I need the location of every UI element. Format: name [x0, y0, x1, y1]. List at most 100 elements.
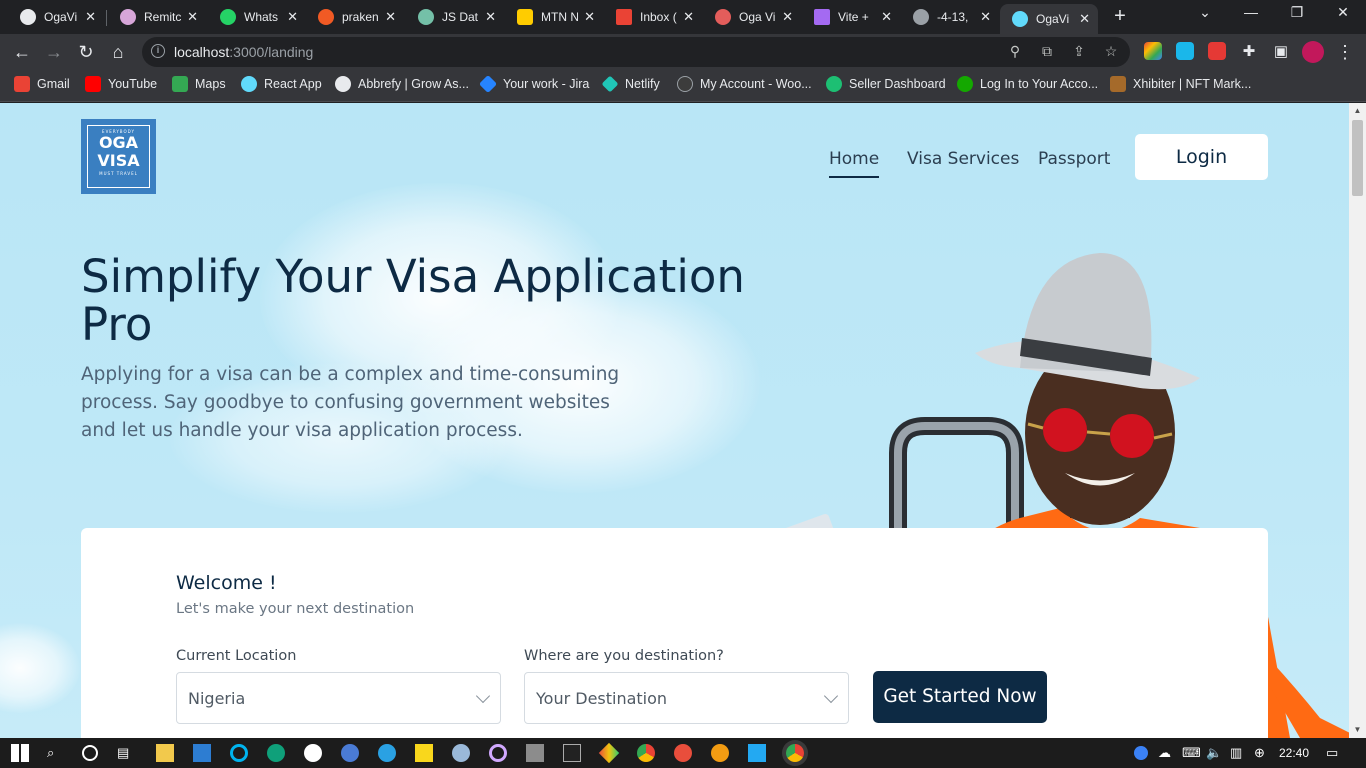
firefox-icon[interactable] — [711, 744, 729, 762]
scroll-down-arrow[interactable]: ▼ — [1349, 722, 1366, 738]
home-button[interactable]: ⌂ — [107, 41, 129, 63]
bookmark-maps[interactable]: Maps — [172, 76, 226, 92]
notifications-icon[interactable]: ▭ — [1326, 745, 1338, 761]
calculator-icon[interactable] — [526, 744, 544, 762]
obs-icon[interactable] — [489, 744, 507, 762]
bookmark-xhibiter[interactable]: Xhibiter | NFT Mark... — [1110, 76, 1251, 92]
search-icon[interactable]: ⌕ — [47, 745, 54, 761]
tab-ogavisa-github[interactable]: OgaVi ✕ — [8, 4, 104, 30]
bookmark-abbrefy[interactable]: Abbrefy | Grow As... — [335, 76, 469, 92]
taskbar-clock[interactable]: 22:40 — [1279, 746, 1309, 760]
cloud-offline-icon[interactable]: ☁ — [1158, 745, 1171, 761]
chrome-icon[interactable] — [637, 744, 655, 762]
tray-app-icon[interactable] — [1134, 746, 1148, 760]
forward-button[interactable]: → — [43, 41, 65, 63]
vscode-icon[interactable] — [748, 744, 766, 762]
login-button[interactable]: Login — [1135, 134, 1268, 180]
get-started-button[interactable]: Get Started Now — [873, 671, 1047, 723]
close-icon[interactable]: ✕ — [881, 9, 892, 25]
close-icon[interactable]: ✕ — [980, 9, 991, 25]
vimeo-icon[interactable] — [1176, 42, 1194, 60]
page-scrollbar[interactable]: ▲ ▼ — [1349, 103, 1366, 738]
scrollbar-thumb[interactable] — [1352, 120, 1363, 196]
back-button[interactable]: ← — [11, 41, 33, 63]
close-icon[interactable]: ✕ — [85, 9, 96, 25]
terminal-icon[interactable] — [563, 744, 581, 762]
location-pin-icon[interactable]: ⚲ — [1006, 43, 1024, 60]
nav-passport[interactable]: Passport — [1038, 149, 1110, 169]
file-explorer-icon[interactable] — [156, 744, 174, 762]
close-icon[interactable]: ✕ — [287, 9, 298, 25]
open-in-app-icon[interactable]: ⧉ — [1038, 43, 1056, 60]
tab-mtn[interactable]: MTN N ✕ — [505, 4, 603, 30]
extension-colorful-icon[interactable] — [1144, 42, 1162, 60]
close-icon[interactable]: ✕ — [385, 9, 396, 25]
keyboard-icon[interactable]: ⌨ — [1182, 745, 1201, 761]
postman-icon[interactable] — [674, 744, 692, 762]
tab-js-dates[interactable]: JS Dat ✕ — [406, 4, 504, 30]
tab-remitc[interactable]: Remitc ✕ — [108, 4, 206, 30]
hero-subtitle: Applying for a visa can be a complex and… — [81, 364, 620, 441]
bookmark-react-app[interactable]: React App — [241, 76, 322, 92]
task-view-icon[interactable]: ▤ — [117, 745, 129, 761]
windows-start-icon[interactable] — [11, 744, 29, 762]
close-icon[interactable]: ✕ — [584, 9, 595, 25]
tab-oga-visa[interactable]: Oga Vi ✕ — [703, 4, 801, 30]
network-icon[interactable]: ▥ — [1230, 745, 1242, 761]
git-app-icon[interactable] — [598, 742, 620, 764]
cortana-icon[interactable] — [82, 745, 98, 761]
extensions-puzzle-icon[interactable]: ✚ — [1238, 41, 1260, 63]
bookmark-star-icon[interactable]: ☆ — [1102, 43, 1120, 60]
bookmark-jira[interactable]: Your work - Jira — [478, 74, 589, 94]
tab-vite[interactable]: Vite + ✕ — [802, 4, 900, 30]
bookmark-netlify[interactable]: Netlify — [601, 75, 660, 93]
menu-kebab-icon[interactable]: ⋮ — [1334, 41, 1356, 63]
tab-search-icon[interactable]: ⌄ — [1190, 4, 1220, 21]
tab-untitled[interactable]: -4-13, ✕ — [901, 4, 999, 30]
new-tab-button[interactable]: + — [1108, 5, 1132, 28]
reload-button[interactable]: ↻ — [75, 41, 97, 63]
telegram-icon[interactable] — [378, 744, 396, 762]
app-icon[interactable] — [304, 744, 322, 762]
address-bar[interactable]: i localhost:3000/landing ⚲ ⧉ ⇪ ☆ — [142, 37, 1130, 67]
oga-visa-logo[interactable]: EVERYBODY OGA VISA MUST TRAVEL — [81, 119, 156, 194]
tab-gmail-inbox[interactable]: Inbox ( ✕ — [604, 4, 702, 30]
nav-home[interactable]: Home — [829, 149, 880, 178]
site-info-icon[interactable]: i — [151, 44, 165, 58]
app-blue-icon[interactable] — [341, 744, 359, 762]
destination-select[interactable]: Your Destination — [524, 672, 849, 724]
mail-icon[interactable] — [193, 744, 211, 762]
bookmark-fiverr-seller[interactable]: Seller Dashboard — [826, 76, 946, 92]
bookmark-youtube[interactable]: YouTube — [85, 76, 157, 92]
share-icon[interactable]: ⇪ — [1070, 43, 1088, 60]
chrome-active-icon[interactable] — [786, 744, 804, 762]
side-panel-icon[interactable]: ▣ — [1270, 41, 1292, 63]
close-window-button[interactable]: ✕ — [1328, 4, 1358, 21]
bookmark-woo-account[interactable]: My Account - Woo... — [677, 76, 812, 92]
scroll-up-arrow[interactable]: ▲ — [1349, 103, 1366, 119]
current-location-select[interactable]: Nigeria — [176, 672, 501, 724]
tab-ogavisa-active[interactable]: OgaVi ✕ — [1000, 4, 1098, 34]
extension-red-icon[interactable] — [1208, 42, 1226, 60]
close-icon[interactable]: ✕ — [187, 9, 198, 25]
app-gear-icon[interactable] — [452, 744, 470, 762]
minimize-button[interactable]: — — [1236, 4, 1266, 20]
close-icon[interactable]: ✕ — [683, 9, 694, 25]
destination-label: Where are you destination? — [524, 648, 724, 664]
sticky-notes-icon[interactable] — [415, 744, 433, 762]
maximize-button[interactable]: ❐ — [1282, 4, 1312, 21]
bookmark-gmail[interactable]: Gmail — [14, 76, 70, 92]
close-icon[interactable]: ✕ — [782, 9, 793, 25]
profile-avatar[interactable] — [1302, 41, 1324, 63]
close-icon[interactable]: ✕ — [1079, 11, 1090, 27]
close-icon[interactable]: ✕ — [485, 9, 496, 25]
volume-icon[interactable]: 🔈 — [1206, 745, 1222, 761]
tab-whatsapp[interactable]: Whats ✕ — [208, 4, 306, 30]
tab-praken[interactable]: praken ✕ — [306, 4, 404, 30]
cortana-circle-icon[interactable] — [230, 744, 248, 762]
edge-icon[interactable] — [267, 744, 285, 762]
language-globe-icon[interactable]: ⊕ — [1254, 745, 1265, 761]
url-text[interactable]: localhost:3000/landing — [174, 44, 313, 60]
nav-visa-services[interactable]: Visa Services — [907, 149, 1019, 169]
bookmark-upwork-login[interactable]: Log In to Your Acco... — [957, 76, 1098, 92]
